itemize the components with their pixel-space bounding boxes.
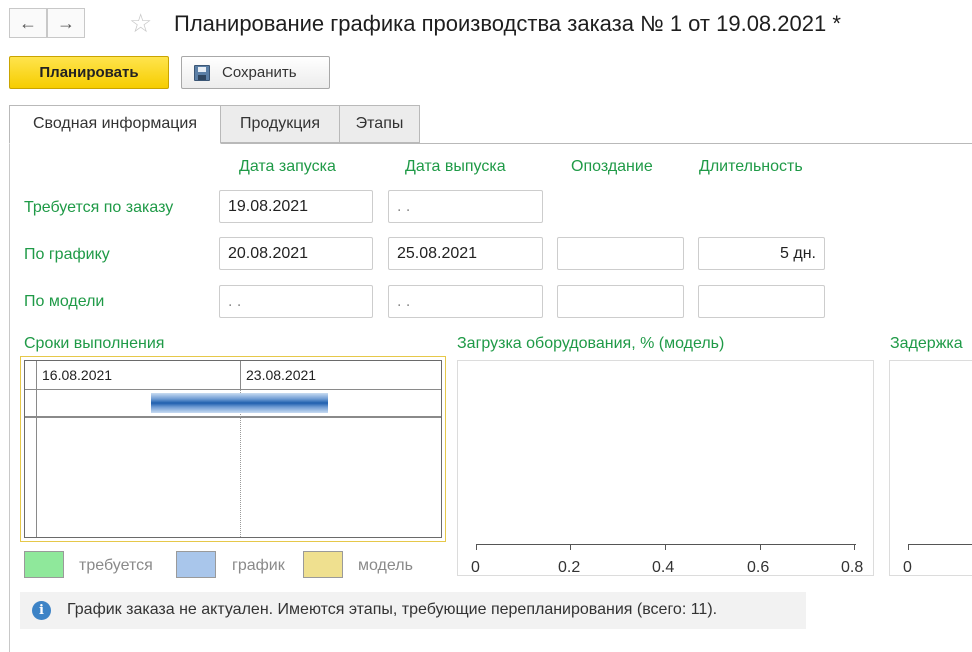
- delay-tick-label: 0: [903, 559, 912, 576]
- model-start-field[interactable]: . .: [219, 285, 373, 318]
- axis-tick-mark: [908, 544, 909, 550]
- row-schedule-label: По графику: [24, 246, 110, 263]
- model-delay-field[interactable]: [557, 285, 684, 318]
- delay-chart-axis: [908, 544, 972, 545]
- delay-chart: [889, 360, 972, 576]
- schedule-delay-field[interactable]: [557, 237, 684, 270]
- gantt-date-label: 23.08.2021: [246, 367, 317, 383]
- info-icon: i: [32, 601, 51, 620]
- column-start-date: Дата запуска: [239, 158, 336, 175]
- arrow-right-icon: →: [57, 13, 75, 33]
- schedule-start-field[interactable]: 20.08.2021: [219, 237, 373, 270]
- gantt-date-label: 16.08.2021: [42, 367, 113, 383]
- legend-schedule-swatch: [176, 551, 216, 578]
- equipment-chart-title: Загрузка оборудования, % (модель): [457, 335, 725, 352]
- axis-tick-mark: [570, 544, 571, 550]
- axis-tick-mark: [854, 544, 855, 550]
- favorite-star-icon[interactable]: ☆: [129, 8, 152, 38]
- gantt-date-divider: [240, 361, 241, 389]
- axis-tick-mark: [665, 544, 666, 550]
- window-title: Планирование графика производства заказа…: [174, 11, 841, 36]
- gantt-row-divider: [25, 416, 441, 418]
- tab-summary[interactable]: Сводная информация: [9, 105, 221, 144]
- info-message[interactable]: График заказа не актуален. Имеются этапы…: [67, 601, 717, 619]
- equipment-tick-label: 0.4: [652, 559, 675, 576]
- required-release-field[interactable]: . .: [388, 190, 543, 223]
- row-required-label: Требуется по заказу: [24, 199, 174, 216]
- panel-border: [9, 143, 10, 652]
- gantt-chart[interactable]: 16.08.2021 23.08.2021: [24, 360, 442, 538]
- column-duration: Длительность: [699, 158, 803, 175]
- gantt-header-divider: [25, 389, 441, 390]
- plan-button[interactable]: Планировать: [9, 56, 169, 89]
- delay-chart-title: Задержка: [890, 335, 963, 352]
- axis-tick-mark: [760, 544, 761, 550]
- axis-tick-mark: [476, 544, 477, 550]
- legend-required-swatch: [24, 551, 64, 578]
- legend-schedule-label: график: [232, 557, 285, 574]
- forward-button[interactable]: →: [47, 8, 85, 38]
- column-release-date: Дата выпуска: [405, 158, 506, 175]
- gantt-row-header-divider: [36, 361, 37, 537]
- model-duration-field[interactable]: [698, 285, 825, 318]
- column-delay: Опоздание: [571, 158, 653, 175]
- tab-stages[interactable]: Этапы: [339, 105, 420, 143]
- row-model-label: По модели: [24, 293, 105, 310]
- back-button[interactable]: ←: [9, 8, 47, 38]
- legend-required-label: требуется: [79, 557, 153, 574]
- equipment-chart-axis: [476, 544, 856, 545]
- schedule-gantt-bar[interactable]: [151, 393, 328, 413]
- timeline-title: Сроки выполнения: [24, 335, 165, 352]
- model-release-field[interactable]: . .: [388, 285, 543, 318]
- equipment-tick-label: 0.8: [841, 559, 864, 576]
- save-button[interactable]: Сохранить: [181, 56, 330, 89]
- equipment-tick-label: 0: [471, 559, 480, 576]
- required-start-field[interactable]: 19.08.2021: [219, 190, 373, 223]
- tab-products[interactable]: Продукция: [220, 105, 340, 143]
- equipment-tick-label: 0.2: [558, 559, 581, 576]
- save-button-label: Сохранить: [222, 64, 297, 81]
- equipment-chart: [457, 360, 874, 576]
- arrow-left-icon: ←: [19, 13, 37, 33]
- info-bar: i График заказа не актуален. Имеются эта…: [20, 592, 806, 629]
- schedule-release-field[interactable]: 25.08.2021: [388, 237, 543, 270]
- save-disk-icon: [194, 65, 210, 81]
- schedule-duration-field[interactable]: 5 дн.: [698, 237, 825, 270]
- legend-model-swatch: [303, 551, 343, 578]
- equipment-tick-label: 0.6: [747, 559, 770, 576]
- legend-model-label: модель: [358, 557, 413, 574]
